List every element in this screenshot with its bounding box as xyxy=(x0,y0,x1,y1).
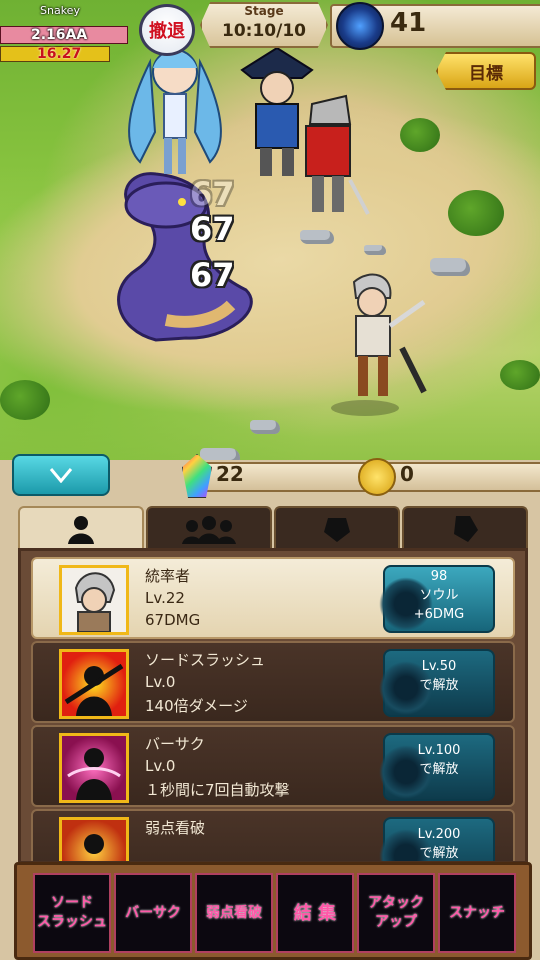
unlock-button[interactable]: Lv.200 で解放 xyxy=(379,817,495,861)
skill-portrait xyxy=(59,817,129,861)
skill-bar: ソード スラッシュ バーサク 弱点看破 結 集 アタック アップ スナッチ xyxy=(14,862,532,960)
serpent-enemy[interactable] xyxy=(96,160,266,350)
skill-portrait xyxy=(59,733,129,803)
goal-button[interactable]: 目標 xyxy=(436,52,536,90)
bush xyxy=(0,380,50,420)
unlock-button[interactable]: Lv.50 で解放 xyxy=(379,649,495,717)
berserk-icon xyxy=(67,748,121,800)
tab-gems[interactable] xyxy=(402,506,528,550)
gold-coin-icon xyxy=(358,458,396,496)
skill-button-weakness[interactable]: 弱点看破 xyxy=(195,873,273,953)
player-status: Snakey 2.16AA 16.27 xyxy=(0,4,132,62)
skill-button-rally[interactable]: 結 集 xyxy=(276,873,354,953)
crystal-count: 22 xyxy=(216,462,244,486)
button-line: Lv.100 xyxy=(417,743,461,758)
hp-bar: 2.16AA xyxy=(0,26,128,44)
chevron-down-icon xyxy=(49,468,73,483)
list-item-skill: バーサク Lv.0 １秒間に7回自動攻撃 Lv.100 で解放 xyxy=(31,725,515,807)
power-bar: 16.27 xyxy=(0,46,110,62)
button-line: で解放 xyxy=(419,762,459,777)
list-item-skill: 弱点看破 Lv.200 で解放 xyxy=(31,809,515,861)
rock xyxy=(300,230,334,244)
item-silhouette-icon xyxy=(324,518,350,542)
leader-silhouette-icon xyxy=(68,516,94,544)
button-line: ソウル xyxy=(419,588,459,603)
bush xyxy=(448,190,504,236)
tab-items[interactable] xyxy=(274,506,400,550)
level-up-button[interactable]: 98 ソウル +6DMG xyxy=(379,565,495,633)
stage-value: 10:10/10 xyxy=(222,21,306,41)
leader-portrait xyxy=(59,565,129,635)
row-title: 統率者 xyxy=(145,567,191,585)
damage-number: 67 xyxy=(190,210,235,248)
row-title: 弱点看破 xyxy=(145,819,206,837)
upgrade-list: 統率者 Lv.22 67DMG 98 ソウル +6DMG ソードスラッシュ Lv… xyxy=(18,548,528,864)
button-line: Lv.50 xyxy=(421,659,457,674)
category-tabs xyxy=(18,506,528,550)
tab-leader[interactable] xyxy=(18,506,144,550)
row-description: 140倍ダメージ xyxy=(145,697,248,715)
list-item-skill: ソードスラッシュ Lv.0 140倍ダメージ Lv.50 で解放 xyxy=(31,641,515,723)
player-name: Snakey xyxy=(40,4,80,17)
skill-button-berserk[interactable]: バーサク xyxy=(114,873,192,953)
button-line: Lv.200 xyxy=(417,827,461,842)
weakness-icon xyxy=(84,834,104,854)
stage-indicator: Stage 10:10/10 xyxy=(200,2,328,48)
collapse-panel-button[interactable] xyxy=(12,454,110,496)
tab-party[interactable] xyxy=(146,506,272,550)
ally-red-knight[interactable] xyxy=(290,90,370,220)
skill-button-attack-up[interactable]: アタック アップ xyxy=(357,873,435,953)
skill-portrait xyxy=(59,649,129,719)
stage-label: Stage xyxy=(244,4,284,18)
button-line: で解放 xyxy=(419,678,459,693)
bush xyxy=(400,118,440,152)
party-silhouette-icon xyxy=(182,516,236,544)
row-title: ソードスラッシュ xyxy=(145,651,266,669)
unlock-button[interactable]: Lv.100 で解放 xyxy=(379,733,495,801)
soul-orb-icon xyxy=(336,2,384,50)
retreat-button[interactable]: 撤退 xyxy=(139,4,195,56)
gold-count: 0 xyxy=(400,462,414,486)
hero-swordsman[interactable] xyxy=(320,268,430,418)
row-description: 67DMG xyxy=(145,611,201,629)
row-level: Lv.0 xyxy=(145,757,176,775)
rock xyxy=(430,258,470,276)
damage-number: 67 xyxy=(190,256,235,294)
skill-button-snatch[interactable]: スナッチ xyxy=(438,873,516,953)
rock xyxy=(250,420,280,434)
gem-silhouette-icon xyxy=(454,516,478,542)
button-line: 98 xyxy=(430,569,448,584)
row-level: Lv.0 xyxy=(145,673,176,691)
soul-count: 41 xyxy=(390,8,427,38)
row-description: １秒間に7回自動攻撃 xyxy=(145,781,290,799)
hp-value: 2.16AA xyxy=(31,27,88,43)
sword-slash-icon xyxy=(64,663,124,716)
skill-button-sword-slash[interactable]: ソード スラッシュ xyxy=(33,873,111,953)
button-line: で解放 xyxy=(419,846,459,861)
hero-portrait-icon xyxy=(74,572,116,632)
button-line: +6DMG xyxy=(413,607,465,622)
damage-number: 67 xyxy=(190,175,235,213)
ally-blue-haired-girl[interactable] xyxy=(120,42,230,182)
power-value: 16.27 xyxy=(37,46,82,62)
row-level: Lv.22 xyxy=(145,589,185,607)
bush xyxy=(500,360,540,390)
rock xyxy=(364,245,386,255)
row-title: バーサク xyxy=(145,735,205,753)
list-item-leader: 統率者 Lv.22 67DMG 98 ソウル +6DMG xyxy=(31,557,515,639)
